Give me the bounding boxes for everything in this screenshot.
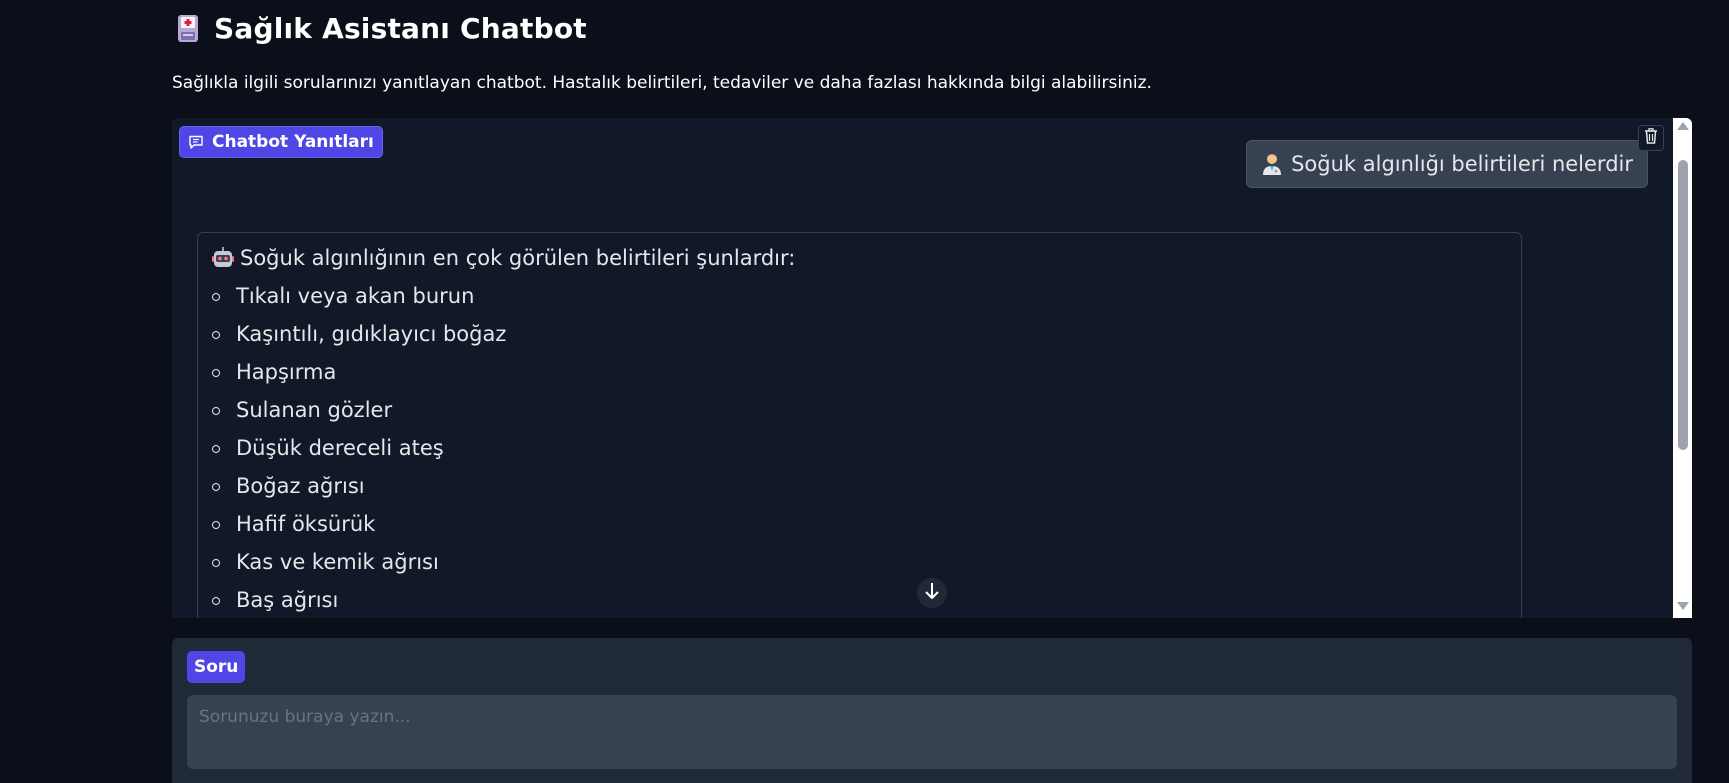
question-label: Soru [187, 651, 246, 683]
page-description: Sağlıkla ilgili sorularınızı yanıtlayan … [172, 73, 1152, 93]
scrollbar-thumb[interactable] [1678, 160, 1688, 450]
clear-chat-button[interactable] [1638, 125, 1664, 151]
page-title: Sağlık Asistanı Chatbot [214, 12, 587, 45]
list-item: Baş ağrısı [212, 587, 1507, 618]
bot-message-intro: Soğuk algınlığının en çok görülen belirt… [212, 245, 1507, 271]
list-item: Hapşırma [212, 359, 1507, 397]
list-item: Tıkalı veya akan burun [212, 283, 1507, 321]
list-item: Kaşıntılı, gıdıklayıcı boğaz [212, 321, 1507, 359]
list-item: Sulanan gözler [212, 397, 1507, 435]
list-item: Hafif öksürük [212, 511, 1507, 549]
robot-icon [212, 247, 234, 269]
list-item: Kas ve kemik ağrısı [212, 549, 1507, 587]
user-message-text: Soğuk algınlığı belirtileri nelerdir [1291, 152, 1633, 176]
scroll-up-arrow[interactable] [1677, 122, 1689, 130]
user-message: Soğuk algınlığı belirtileri nelerdir [1246, 140, 1648, 188]
chatbot-label: Chatbot Yanıtları [179, 126, 383, 158]
medical-disk-icon [176, 14, 202, 44]
scroll-to-bottom-button[interactable] [917, 578, 947, 608]
chatbot-label-text: Chatbot Yanıtları [212, 132, 374, 152]
symptom-list: Tıkalı veya akan burun Kaşıntılı, gıdıkl… [212, 283, 1507, 618]
chatbot-panel: Chatbot Yanıtları Soğuk algınlığı belirt… [172, 118, 1692, 618]
list-item: Boğaz ağrısı [212, 473, 1507, 511]
trash-icon [1644, 128, 1658, 148]
list-item: Düşük dereceli ateş [212, 435, 1507, 473]
scroll-down-arrow[interactable] [1677, 602, 1689, 610]
header: Sağlık Asistanı Chatbot [176, 12, 587, 45]
bot-intro-text: Soğuk algınlığının en çok görülen belirt… [240, 246, 796, 270]
app-root: Sağlık Asistanı Chatbot Sağlıkla ilgili … [0, 0, 1729, 783]
chat-bubble-icon [188, 134, 204, 150]
chat-scrollbar[interactable] [1673, 118, 1692, 618]
question-panel: Soru [172, 638, 1692, 783]
bot-message: Soğuk algınlığının en çok görülen belirt… [197, 232, 1522, 618]
question-input[interactable] [187, 695, 1677, 769]
arrow-down-icon [924, 582, 940, 604]
doctor-icon [1261, 152, 1283, 176]
